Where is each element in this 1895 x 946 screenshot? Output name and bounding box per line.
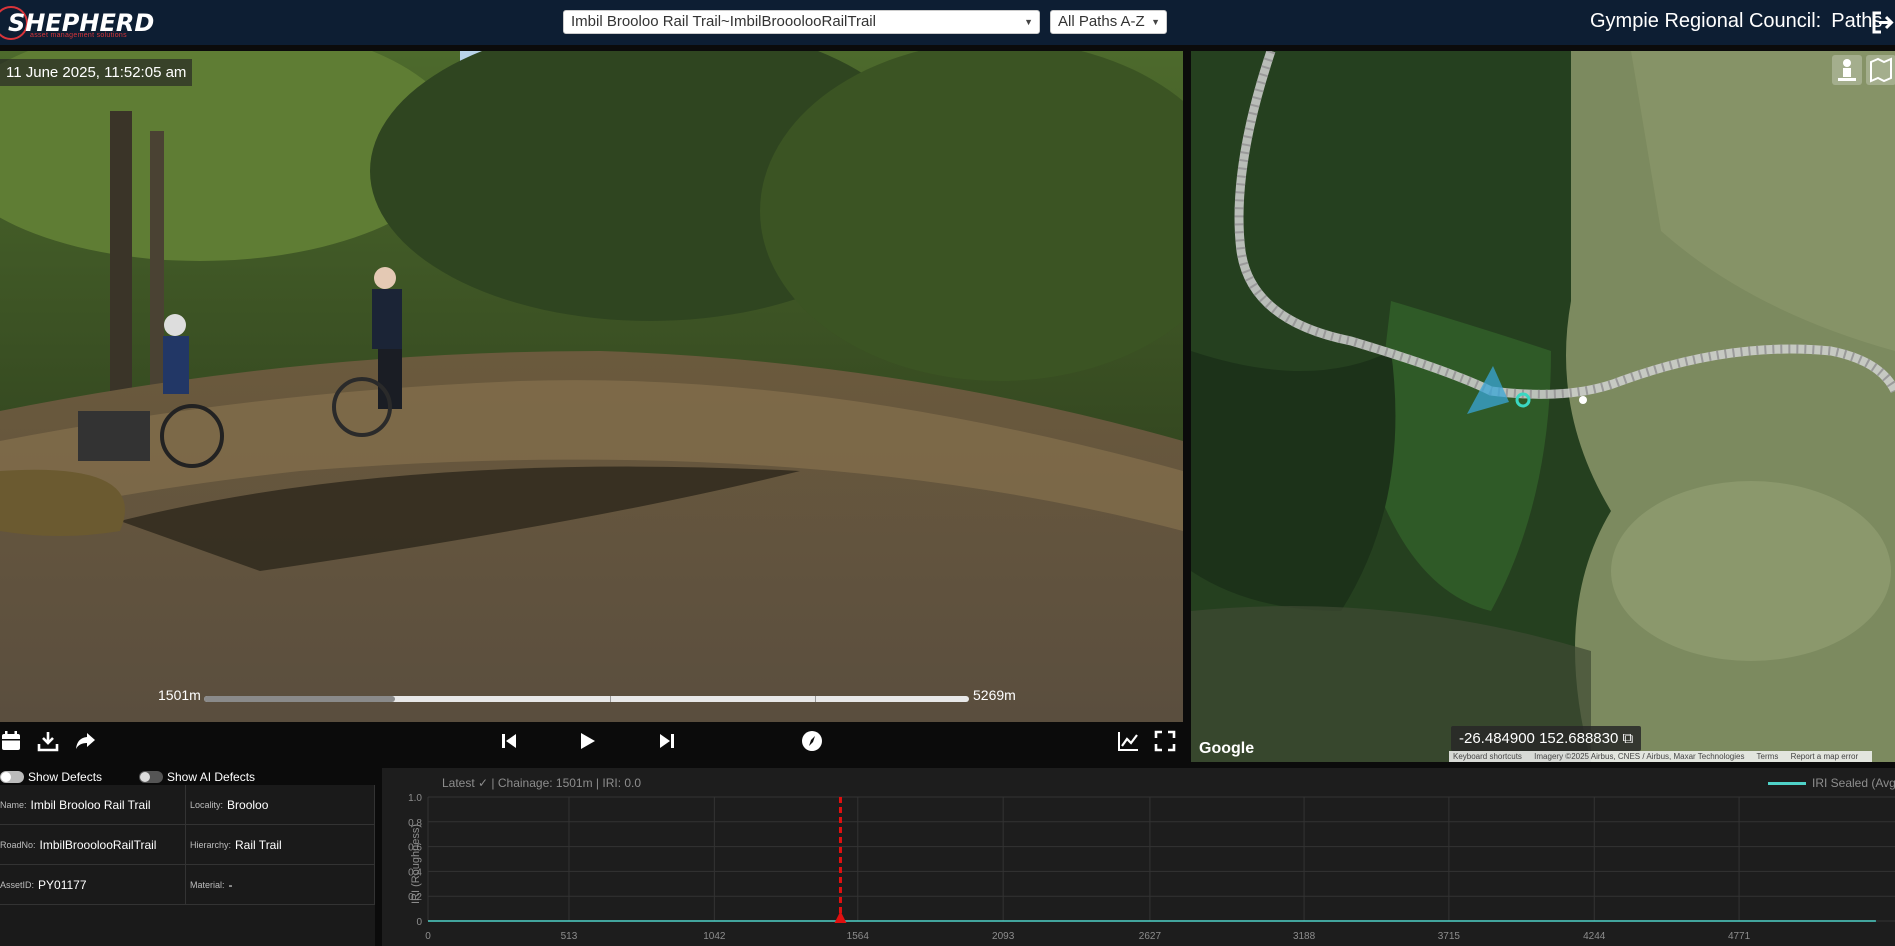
fullscreen-icon[interactable] <box>1154 730 1176 752</box>
toggle-switch[interactable] <box>139 771 163 783</box>
toggle-switch[interactable] <box>0 771 24 783</box>
coordinate-value: -26.484900 152.688830 <box>1459 730 1619 747</box>
next-icon[interactable] <box>656 730 678 752</box>
y-tick-label: 1.0 <box>408 793 422 804</box>
download-icon[interactable] <box>37 730 59 752</box>
street-view-icon[interactable] <box>1832 55 1862 85</box>
hierarchy-cell: Hierarchy: Rail Trail <box>186 825 375 865</box>
satellite-map[interactable]: -26.484900 152.688830 ⧉ Google Keyboard … <box>1191 51 1895 762</box>
coordinate-readout: -26.484900 152.688830 ⧉ <box>1451 726 1642 751</box>
sort-select-value: All Paths A-Z <box>1058 13 1145 30</box>
keyboard-shortcuts-link[interactable]: Keyboard shortcuts <box>1453 752 1522 761</box>
copy-icon[interactable]: ⧉ <box>1623 730 1634 747</box>
trail-video-frame <box>0 51 1183 722</box>
google-logo: Google <box>1199 740 1255 757</box>
scrubber-tick <box>610 696 611 702</box>
org-title: Gympie Regional Council: Paths <box>1590 10 1882 33</box>
show-ai-defects-toggle[interactable]: Show AI Defects <box>139 770 255 784</box>
report-error-link[interactable]: Report a map error <box>1791 752 1859 761</box>
terms-link[interactable]: Terms <box>1757 752 1779 761</box>
show-defects-label: Show Defects <box>28 770 103 784</box>
assetid-cell: AssetID: PY01177 <box>0 865 186 905</box>
chevron-down-icon: ▼ <box>1151 17 1160 27</box>
x-tick-label: 3188 <box>1293 931 1316 942</box>
map-attribution: Keyboard shortcuts Imagery ©2025 Airbus,… <box>1449 751 1873 762</box>
path-select-value: Imbil Brooloo Rail Trail~ImbilBrooolooRa… <box>571 13 876 30</box>
shepherd-logo[interactable]: SHEPHERD asset management solutions <box>0 0 154 45</box>
material-cell: Material: - <box>186 865 375 905</box>
path-select[interactable]: Imbil Brooloo Rail Trail~ImbilBrooolooRa… <box>563 10 1040 34</box>
asset-name-key: Name: <box>0 799 27 810</box>
asset-name-value: Imbil Brooloo Rail Trail <box>30 797 151 812</box>
scrubber-progress <box>204 696 396 702</box>
hierarchy-value: Rail Trail <box>235 837 282 852</box>
org-name: Gympie Regional Council: <box>1590 10 1822 32</box>
material-key: Material: <box>190 879 225 890</box>
y-tick-label: 0 <box>416 917 422 928</box>
compass-icon[interactable] <box>801 730 823 752</box>
assetid-value: PY01177 <box>38 877 87 892</box>
chevron-down-icon: ▼ <box>1024 17 1033 27</box>
x-tick-label: 4244 <box>1583 931 1606 942</box>
chart-icon[interactable] <box>1117 730 1139 752</box>
show-defects-toggle[interactable]: Show Defects <box>0 770 102 784</box>
assetid-key: AssetID: <box>0 879 35 890</box>
satellite-imagery <box>1191 51 1895 762</box>
asset-name-cell: Name: Imbil Brooloo Rail Trail <box>0 785 186 825</box>
imagery-credit: Imagery ©2025 Airbus, CNES / Airbus, Max… <box>1534 752 1745 761</box>
x-tick-label: 1042 <box>703 931 726 942</box>
show-ai-defects-label: Show AI Defects <box>167 770 256 784</box>
video-timestamp: 11 June 2025, 11:52:05 am <box>0 59 193 86</box>
video-toolbar <box>0 722 1183 760</box>
scrubber-tick <box>815 696 816 702</box>
x-tick-label: 3715 <box>1438 931 1461 942</box>
chainage-marker-icon <box>834 911 847 923</box>
video-scrubber[interactable] <box>204 696 969 702</box>
x-tick-label: 4771 <box>1728 931 1751 942</box>
iri-chart[interactable]: 0 0.2 0.4 0.6 0.8 1.0 0 513 1042 1564 2093 2627 3188… <box>382 768 1895 946</box>
y-tick-label: 0.4 <box>408 867 422 878</box>
share-icon[interactable] <box>74 730 96 752</box>
roadno-value: ImbilBrooolooRailTrail <box>39 837 157 852</box>
roadno-cell: RoadNo: ImbilBrooolooRailTrail <box>0 825 186 865</box>
scrub-start-label: 1501m <box>158 687 201 703</box>
x-tick-label: 0 <box>425 931 431 942</box>
locality-value: Brooloo <box>227 797 269 812</box>
hierarchy-key: Hierarchy: <box>190 839 232 850</box>
map-type-icon[interactable] <box>1866 55 1895 85</box>
sort-select[interactable]: All Paths A-Z ▼ <box>1050 10 1167 34</box>
asset-info-grid: Name: Imbil Brooloo Rail Trail Locality:… <box>0 785 375 946</box>
y-tick-label: 0.2 <box>408 892 422 903</box>
y-tick-label: 0.6 <box>408 843 422 854</box>
app-header: SHEPHERD asset management solutions Imbi… <box>0 0 1895 45</box>
x-tick-label: 513 <box>561 931 578 942</box>
video-panel[interactable]: 11 June 2025, 11:52:05 am 1501m 5269m <box>0 51 1183 722</box>
logo-subtext: asset management solutions <box>30 32 127 39</box>
y-tick-label: 0.8 <box>408 818 422 829</box>
iri-chart-panel[interactable]: Latest ✓ | Chainage: 1501m | IRI: 0.0 IR… <box>382 768 1895 946</box>
roadno-key: RoadNo: <box>0 839 36 850</box>
play-icon[interactable] <box>576 730 598 752</box>
logout-icon[interactable] <box>1870 10 1895 35</box>
x-tick-label: 2093 <box>992 931 1015 942</box>
x-tick-label: 1564 <box>847 931 870 942</box>
locality-cell: Locality: Brooloo <box>186 785 375 825</box>
locality-key: Locality: <box>190 799 224 810</box>
calendar-icon[interactable] <box>0 730 22 752</box>
scrub-end-label: 5269m <box>973 687 1016 703</box>
previous-icon[interactable] <box>498 730 520 752</box>
x-tick-label: 2627 <box>1139 931 1162 942</box>
material-value: - <box>228 877 233 892</box>
